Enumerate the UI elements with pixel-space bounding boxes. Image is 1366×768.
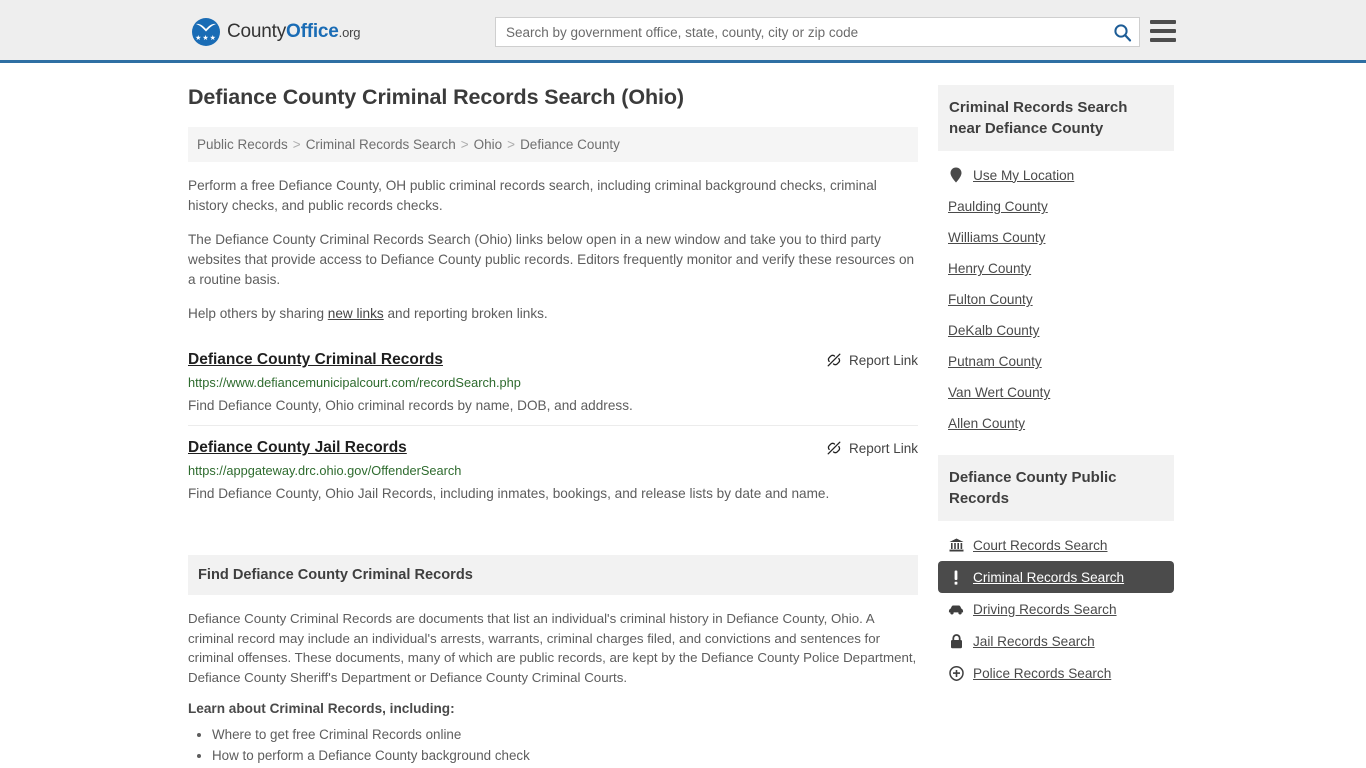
result-url[interactable]: https://appgateway.drc.ohio.gov/Offender… — [188, 463, 918, 478]
result-item: Defiance County Jail Records Report Link… — [188, 425, 918, 513]
sidebar-item-label: Putnam County — [948, 354, 1042, 369]
report-link-label: Report Link — [848, 440, 918, 456]
result-description: Find Defiance County, Ohio criminal reco… — [188, 398, 633, 413]
new-links-link[interactable]: new links — [328, 306, 384, 321]
sidebar-item-label: Court Records Search — [973, 537, 1108, 553]
sidebar-item-label: Jail Records Search — [973, 633, 1095, 649]
share-text-suffix: and reporting broken links. — [383, 306, 548, 321]
broken-link-icon — [827, 441, 841, 455]
page-body: Defiance County Criminal Records Search … — [0, 63, 1366, 766]
section-paragraph: Defiance County Criminal Records are doc… — [188, 611, 917, 685]
sidebar-item-paulding-county[interactable]: Paulding County — [938, 191, 1174, 222]
learn-about-list: Where to get free Criminal Records onlin… — [188, 724, 918, 766]
main-content: Defiance County Criminal Records Search … — [188, 85, 918, 766]
report-link-button[interactable]: Report Link — [826, 351, 918, 368]
intro-text: Perform a free Defiance County, OH publi… — [188, 176, 918, 324]
sidebar-item-label: Allen County — [948, 416, 1026, 431]
logo-text-tld: .org — [338, 25, 361, 40]
map-pin-icon — [948, 167, 964, 183]
sidebar-item-court-records-search[interactable]: Court Records Search — [938, 529, 1174, 561]
sidebar-item-label: Driving Records Search — [973, 601, 1117, 617]
list-item: How to perform a Defiance County backgro… — [212, 745, 918, 766]
list-item: Where to get free Criminal Records onlin… — [212, 724, 918, 745]
sidebar-item-label: Henry County — [948, 261, 1032, 276]
sidebar-item-fulton-county[interactable]: Fulton County — [938, 284, 1174, 315]
sidebar-public-records-box: Defiance County Public Records Court Rec… — [938, 455, 1174, 689]
intro-paragraph-1: Perform a free Defiance County, OH publi… — [188, 178, 877, 213]
breadcrumb-item-defiance-county[interactable]: Defiance County — [520, 137, 620, 152]
sidebar-item-use-my-location[interactable]: Use My Location — [938, 159, 1174, 191]
report-link-label: Report Link — [848, 352, 918, 368]
breadcrumb-separator-2: > — [460, 137, 469, 152]
sidebar-item-dekalb-county[interactable]: DeKalb County — [938, 315, 1174, 346]
sidebar-public-records-list: Court Records Search Criminal Records Se… — [938, 521, 1174, 689]
intro-paragraph-2: The Defiance County Criminal Records Sea… — [188, 232, 915, 287]
sidebar-item-label: Police Records Search — [973, 665, 1112, 681]
sidebar-item-driving-records-search[interactable]: Driving Records Search — [938, 593, 1174, 625]
sidebar-item-van-wert-county[interactable]: Van Wert County — [938, 377, 1174, 408]
sidebar-item-label: DeKalb County — [948, 323, 1040, 338]
exclamation-icon — [948, 569, 964, 585]
sidebar-item-label: Fulton County — [948, 292, 1033, 307]
sidebar-nearby-heading: Criminal Records Search near Defiance Co… — [938, 85, 1174, 151]
sidebar-item-allen-county[interactable]: Allen County — [938, 408, 1174, 439]
hamburger-menu-icon[interactable] — [1150, 20, 1176, 42]
breadcrumb-separator-1: > — [292, 137, 301, 152]
logo-text-county: County — [227, 21, 287, 42]
breadcrumb: Public Records > Criminal Records Search > O… — [188, 127, 918, 162]
sidebar-item-label: Williams County — [948, 230, 1046, 245]
logo-wordmark: CountyOffice.org — [227, 21, 360, 43]
sidebar-item-label: Van Wert County — [948, 385, 1051, 400]
result-title-link[interactable]: Defiance County Criminal Records — [188, 351, 443, 369]
sidebar-item-label: Criminal Records Search — [973, 569, 1125, 585]
car-icon — [948, 601, 964, 617]
sidebar-item-williams-county[interactable]: Williams County — [938, 222, 1174, 253]
site-header: ★★★ CountyOffice.org — [0, 0, 1366, 63]
sidebar-item-police-records-search[interactable]: Police Records Search — [938, 657, 1174, 689]
logo-text-office: Office — [286, 21, 339, 42]
search-icon — [1113, 23, 1131, 41]
sidebar-item-criminal-records-search[interactable]: Criminal Records Search — [938, 561, 1174, 593]
result-item: Defiance County Criminal Records Report … — [188, 338, 918, 425]
lock-icon — [948, 633, 964, 649]
search-bar[interactable] — [495, 17, 1140, 47]
section-heading: Find Defiance County Criminal Records — [188, 555, 918, 595]
breadcrumb-item-public-records[interactable]: Public Records — [197, 137, 288, 152]
intro-paragraph-3: Help others by sharing new links and rep… — [188, 304, 918, 324]
search-input[interactable] — [496, 18, 1105, 46]
breadcrumb-item-ohio[interactable]: Ohio — [474, 137, 503, 152]
sidebar-item-label: Paulding County — [948, 199, 1048, 214]
result-url[interactable]: https://www.defiancemunicipalcourt.com/r… — [188, 375, 918, 390]
site-logo[interactable]: ★★★ CountyOffice.org — [192, 18, 360, 46]
search-button[interactable] — [1105, 18, 1139, 46]
section-body: Defiance County Criminal Records are doc… — [188, 609, 918, 766]
share-text-prefix: Help others by sharing — [188, 306, 328, 321]
sidebar-public-records-heading: Defiance County Public Records — [938, 455, 1174, 521]
sidebar-item-putnam-county[interactable]: Putnam County — [938, 346, 1174, 377]
sidebar-nearby-box: Criminal Records Search near Defiance Co… — [938, 85, 1174, 439]
police-badge-icon — [948, 665, 964, 681]
breadcrumb-item-criminal-records-search[interactable]: Criminal Records Search — [306, 137, 456, 152]
sidebar-item-jail-records-search[interactable]: Jail Records Search — [938, 625, 1174, 657]
hamburger-bar-2 — [1150, 29, 1176, 33]
page-title: Defiance County Criminal Records Search … — [188, 85, 684, 109]
courthouse-icon — [948, 537, 964, 553]
broken-link-icon — [827, 353, 841, 367]
breadcrumb-separator-3: > — [507, 137, 516, 152]
sidebar-nearby-list: Use My Location Paulding County Williams… — [938, 151, 1174, 439]
hamburger-bar-1 — [1150, 20, 1176, 24]
result-title-link[interactable]: Defiance County Jail Records — [188, 439, 407, 457]
sidebar-item-henry-county[interactable]: Henry County — [938, 253, 1174, 284]
sidebar: Criminal Records Search near Defiance Co… — [938, 85, 1174, 766]
eagle-logo-icon: ★★★ — [192, 18, 220, 46]
learn-about-heading: Learn about Criminal Records, including: — [188, 701, 455, 716]
result-description: Find Defiance County, Ohio Jail Records,… — [188, 486, 830, 501]
sidebar-item-label: Use My Location — [973, 167, 1075, 183]
report-link-button[interactable]: Report Link — [826, 439, 918, 456]
logo-stars: ★★★ — [195, 35, 217, 42]
hamburger-bar-3 — [1150, 38, 1176, 42]
